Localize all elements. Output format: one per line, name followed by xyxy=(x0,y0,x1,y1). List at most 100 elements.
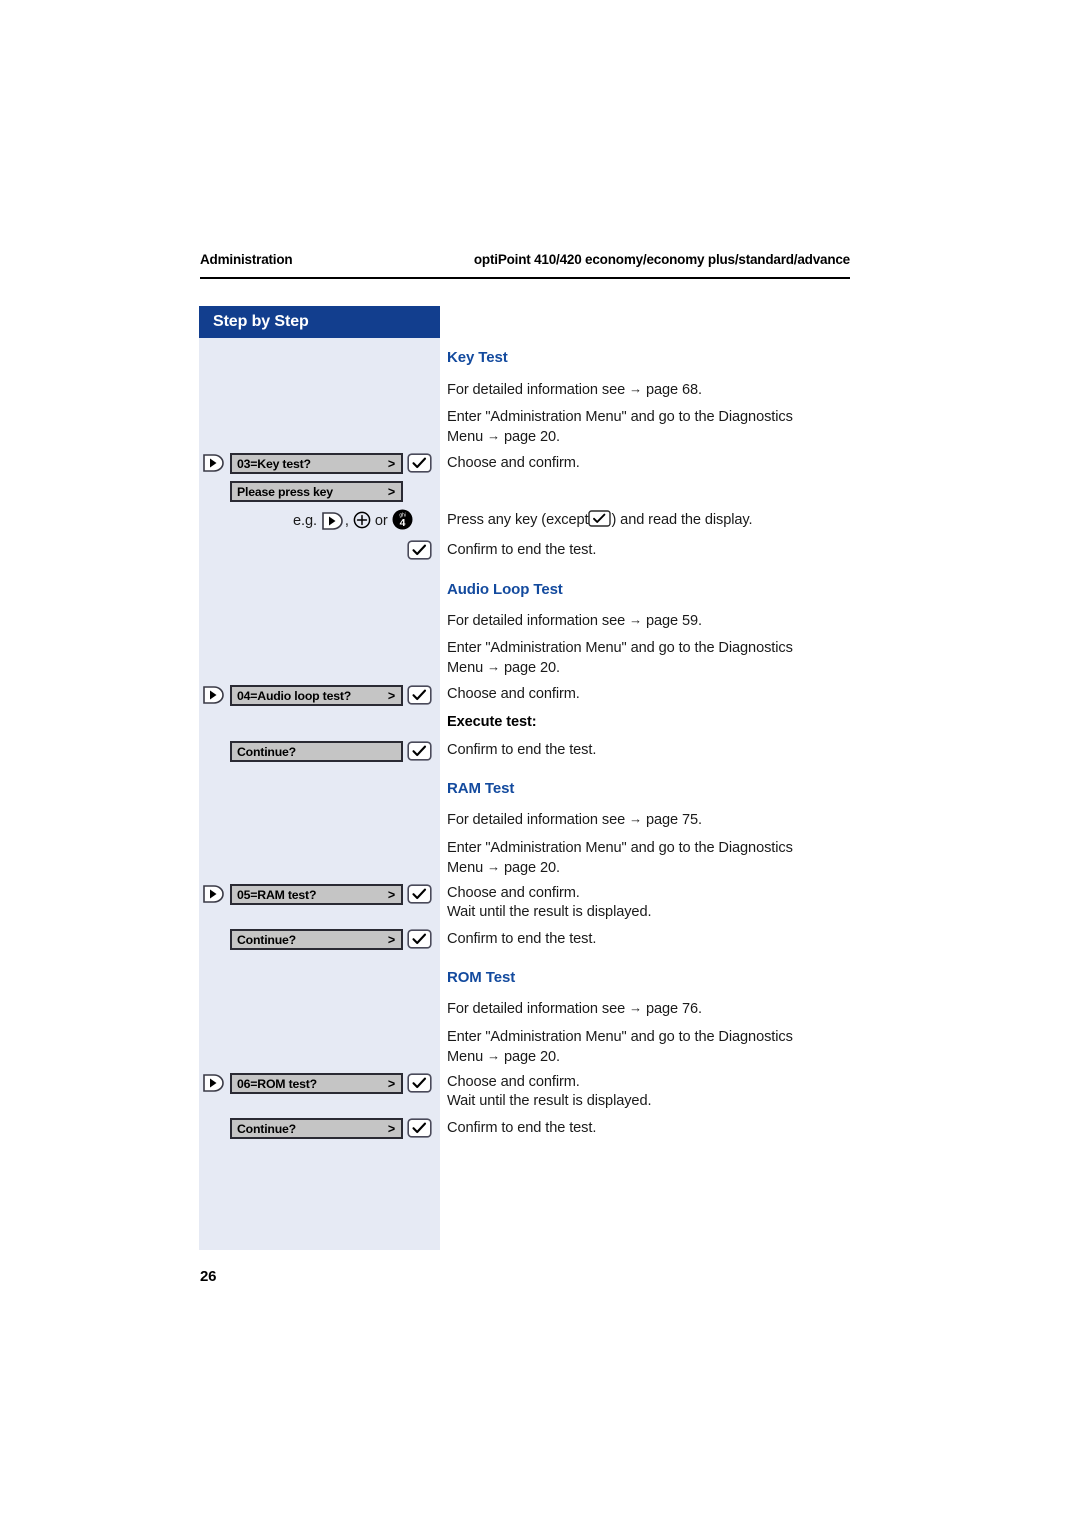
text-detail-prefix: For detailed information see xyxy=(447,812,626,828)
text-press-any-prefix: Press any key (except xyxy=(447,512,589,528)
section-heading-audio-loop-test: Audio Loop Test xyxy=(447,581,563,598)
text-detail-prefix: For detailed information see xyxy=(447,1001,626,1017)
display-label: Continue? xyxy=(237,1121,296,1136)
audio-loop-enter-menu: Enter "Administration Menu" and go to th… xyxy=(447,639,859,678)
ok-checkmark-key-icon[interactable] xyxy=(407,929,432,949)
ram-choose-confirm: Choose and confirm. Wait until the resul… xyxy=(447,884,652,922)
arrow-right-icon: → xyxy=(487,428,500,443)
display-caret: > xyxy=(387,1121,395,1136)
ram-confirm-end: Confirm to end the test. xyxy=(447,931,597,947)
text-enter-menu-line2: Menu xyxy=(447,660,484,676)
section-heading-ram-test: RAM Test xyxy=(447,780,515,797)
display-caret: > xyxy=(387,887,395,902)
text-enter-menu-line1: Enter "Administration Menu" and go to th… xyxy=(447,840,793,856)
arrow-right-icon: → xyxy=(487,659,500,674)
audio-loop-confirm-end: Confirm to end the test. xyxy=(447,742,597,758)
text-page-ref: page 20. xyxy=(503,660,560,676)
display-row-continue-rom[interactable]: Continue? > xyxy=(230,1118,403,1139)
section-heading-rom-test: ROM Test xyxy=(447,969,516,986)
display-caret: > xyxy=(387,1076,395,1091)
ok-checkmark-key-icon[interactable] xyxy=(407,540,432,560)
display-label: Continue? xyxy=(237,932,296,947)
display-label: 03=Key test? xyxy=(237,456,311,471)
text-page-ref: page 20. xyxy=(503,429,560,445)
text-enter-menu-line2: Menu xyxy=(447,429,484,445)
text-press-any-suffix: ) and read the display. xyxy=(611,512,753,528)
text-enter-menu-line1: Enter "Administration Menu" and go to th… xyxy=(447,640,793,656)
rom-choose-confirm-line1: Choose and confirm. xyxy=(447,1074,580,1090)
nav-key-icon[interactable] xyxy=(202,685,226,705)
display-label: 04=Audio loop test? xyxy=(237,688,352,703)
display-row-06-rom-test[interactable]: 06=ROM test? > xyxy=(230,1073,403,1094)
ok-checkmark-key-icon xyxy=(588,510,612,527)
rom-enter-menu: Enter "Administration Menu" and go to th… xyxy=(447,1028,859,1067)
text-enter-menu-line1: Enter "Administration Menu" and go to th… xyxy=(447,1029,793,1045)
nav-key-icon[interactable] xyxy=(321,511,345,531)
rom-confirm-end: Confirm to end the test. xyxy=(447,1120,597,1136)
display-row-please-press-key[interactable]: Please press key > xyxy=(230,481,403,502)
ram-enter-menu: Enter "Administration Menu" and go to th… xyxy=(447,839,859,878)
running-header: Administration optiPoint 410/420 economy… xyxy=(200,252,850,267)
display-row-continue-ram[interactable]: Continue? > xyxy=(230,929,403,950)
display-label: 06=ROM test? xyxy=(237,1076,317,1091)
nav-key-icon[interactable] xyxy=(202,453,226,473)
display-caret: > xyxy=(387,456,395,471)
header-rule xyxy=(200,277,850,279)
running-header-left: Administration xyxy=(200,252,293,267)
numeric-key-4-icon[interactable]: ghi 4 xyxy=(392,509,413,530)
manual-page: Administration optiPoint 410/420 economy… xyxy=(0,0,1080,1528)
eg-or: or xyxy=(374,513,388,529)
text-page-ref: page 68. xyxy=(645,382,702,398)
execute-test-label: Execute test: xyxy=(447,714,537,730)
ok-checkmark-key-icon[interactable] xyxy=(407,685,432,705)
display-caret: > xyxy=(387,484,395,499)
arrow-right-icon: → xyxy=(629,811,642,826)
step-by-step-sidebar xyxy=(199,306,440,1250)
display-label: Please press key xyxy=(237,484,333,499)
ok-checkmark-key-icon[interactable] xyxy=(407,1073,432,1093)
text-detail-prefix: For detailed information see xyxy=(447,613,626,629)
key-test-enter-menu: Enter "Administration Menu" and go to th… xyxy=(447,408,859,447)
rom-wait-result: Wait until the result is displayed. xyxy=(447,1093,652,1109)
ram-choose-confirm-line1: Choose and confirm. xyxy=(447,885,580,901)
page-number: 26 xyxy=(200,1268,217,1285)
display-row-03-key-test[interactable]: 03=Key test? > xyxy=(230,453,403,474)
arrow-right-icon: → xyxy=(629,612,642,627)
text-page-ref: page 75. xyxy=(645,812,702,828)
nav-key-icon[interactable] xyxy=(202,1073,226,1093)
ram-detail-line: For detailed information see → page 75. xyxy=(447,810,702,830)
eg-prefix: e.g. xyxy=(293,513,317,529)
text-enter-menu-line2: Menu xyxy=(447,860,484,876)
display-row-04-audio-loop-test[interactable]: 04=Audio loop test? > xyxy=(230,685,403,706)
example-keys-row: e.g. , or ghi 4 xyxy=(293,509,413,531)
audio-loop-choose-confirm: Choose and confirm. xyxy=(447,686,580,702)
plus-key-icon[interactable] xyxy=(353,511,371,529)
display-caret: > xyxy=(387,932,395,947)
ok-checkmark-key-icon[interactable] xyxy=(407,741,432,761)
ram-wait-result: Wait until the result is displayed. xyxy=(447,904,652,920)
display-label: 05=RAM test? xyxy=(237,887,317,902)
text-enter-menu-line2: Menu xyxy=(447,1049,484,1065)
text-detail-prefix: For detailed information see xyxy=(447,382,626,398)
ok-checkmark-key-icon[interactable] xyxy=(407,884,432,904)
ok-checkmark-key-icon[interactable] xyxy=(407,453,432,473)
running-header-right: optiPoint 410/420 economy/economy plus/s… xyxy=(473,252,850,267)
display-row-05-ram-test[interactable]: 05=RAM test? > xyxy=(230,884,403,905)
display-row-continue-audio[interactable]: Continue? xyxy=(230,741,403,762)
key-test-detail-line: For detailed information see → page 68. xyxy=(447,380,857,400)
arrow-right-icon: → xyxy=(629,381,642,396)
text-page-ref: page 76. xyxy=(645,1001,702,1017)
text-page-ref: page 20. xyxy=(503,1049,560,1065)
ok-checkmark-key-icon[interactable] xyxy=(407,1118,432,1138)
section-heading-key-test: Key Test xyxy=(447,349,508,366)
audio-loop-detail-line: For detailed information see → page 59. xyxy=(447,611,702,631)
nav-key-icon[interactable] xyxy=(202,884,226,904)
arrow-right-icon: → xyxy=(487,859,500,874)
key-test-choose-confirm: Choose and confirm. xyxy=(447,455,580,471)
arrow-right-icon: → xyxy=(629,1000,642,1015)
sidebar-title: Step by Step xyxy=(199,306,440,338)
rom-detail-line: For detailed information see → page 76. xyxy=(447,999,702,1019)
key-test-press-any-key: Press any key (except ) and read the dis… xyxy=(447,510,753,530)
text-page-ref: page 20. xyxy=(503,860,560,876)
rom-choose-confirm: Choose and confirm. Wait until the resul… xyxy=(447,1073,652,1111)
